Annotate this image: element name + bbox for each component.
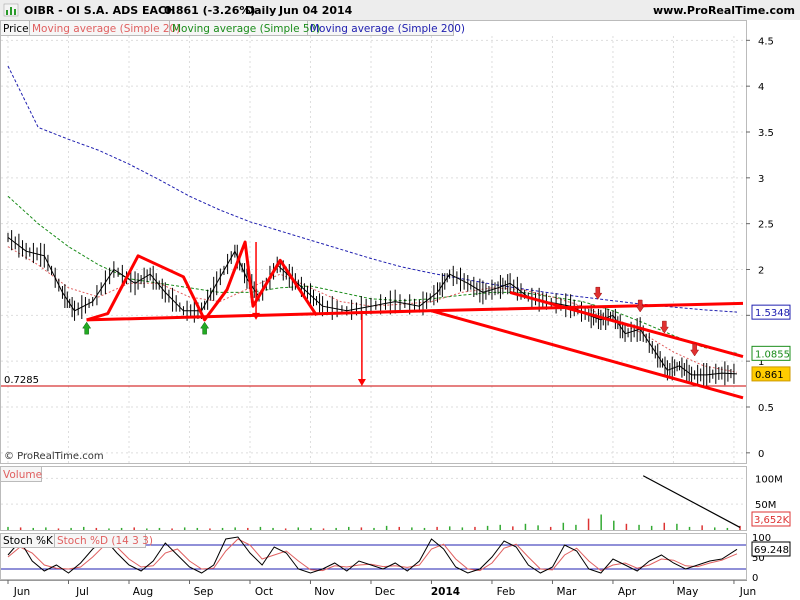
legend: Price Moving average (Simple 20) Moving … xyxy=(0,20,465,36)
legend-stoch-k: Stoch %K xyxy=(3,535,54,547)
stoch-value-badge: 69.248 xyxy=(754,545,789,556)
x-tick-label: Dec xyxy=(375,586,396,598)
y-tick-label: 2 xyxy=(758,266,764,277)
volume-y-axis: 100M 50M 3,652K xyxy=(751,474,791,527)
price-y-axis: 4.543.532.521.510.50 xyxy=(746,36,774,460)
header-icon[interactable] xyxy=(3,3,19,17)
y-tick-label: 3 xyxy=(758,174,764,185)
site-label: www.ProRealTime.com xyxy=(653,4,795,17)
support-line-label: 0.7285 xyxy=(4,375,39,386)
period-label: Daily xyxy=(245,4,276,17)
sma50-value-badge: 1.0855 xyxy=(755,349,790,360)
y-tick-label: 3.5 xyxy=(758,128,774,139)
x-tick-label: May xyxy=(677,586,699,598)
y-tick-label: 0.5 xyxy=(758,403,774,414)
x-tick-label: Oct xyxy=(255,586,273,598)
sma200-value-badge: 1.5348 xyxy=(755,308,790,319)
y-tick-label: 2.5 xyxy=(758,220,774,231)
legend-sma200: Moving average (Simple 200) xyxy=(310,23,465,35)
legend-stoch-d: Stoch %D (14 3 3) xyxy=(57,535,153,547)
x-tick-label: Apr xyxy=(618,586,637,598)
legend-sma50: Moving average (Simple 50) xyxy=(172,23,320,35)
price-change: 0.861 (-3.26%) xyxy=(164,4,255,17)
chart-window: OIBR - OI S.A. ADS EACH 0.861 (-3.26%) D… xyxy=(0,0,800,600)
volume-panel[interactable] xyxy=(0,466,747,531)
x-tick-label: Sep xyxy=(194,586,214,598)
date-label: Jun 04 2014 xyxy=(278,4,353,17)
x-tick-label: Jun xyxy=(739,586,756,598)
price-panel[interactable] xyxy=(0,20,747,464)
stoch-y-axis: 10050069.248 xyxy=(751,533,791,584)
y-tick-label: 100M xyxy=(755,474,783,485)
legend-price: Price xyxy=(3,23,29,35)
legend-volume: Volume xyxy=(3,469,42,481)
chart-canvas: OIBR - OI S.A. ADS EACH 0.861 (-3.26%) D… xyxy=(0,0,800,598)
x-tick-label: 2014 xyxy=(431,586,460,598)
y-tick-label: 4 xyxy=(758,82,764,93)
y-tick-label: 50M xyxy=(755,500,776,511)
copyright: © ProRealTime.com xyxy=(4,451,104,462)
volume-legend: Volume xyxy=(0,466,42,482)
y-tick-label: 4.5 xyxy=(758,36,774,47)
x-tick-label: Feb xyxy=(497,586,516,598)
x-tick-label: Mar xyxy=(557,586,577,598)
stoch-legend: Stoch %K Stoch %D (14 3 3) xyxy=(0,533,153,548)
price-badges: 1.5348 1.0855 0.861 xyxy=(751,304,791,382)
x-tick-label: Aug xyxy=(133,586,154,598)
x-tick-label: Jul xyxy=(75,586,89,598)
x-tick-label: Jun xyxy=(13,586,30,598)
x-tick-label: Nov xyxy=(314,586,335,598)
volume-value-badge: 3,652K xyxy=(754,515,790,526)
legend-sma20: Moving average (Simple 20) xyxy=(32,23,180,35)
price-value-badge: 0.861 xyxy=(755,370,784,381)
x-axis: Jun Jul Aug Sep Oct Nov Dec 2014 Feb Mar Apr May Jun xyxy=(0,580,756,598)
symbol-title: OIBR - OI S.A. ADS EACH xyxy=(24,4,175,17)
y-tick-label: 0 xyxy=(752,573,758,584)
y-tick-label: 0 xyxy=(758,449,764,460)
